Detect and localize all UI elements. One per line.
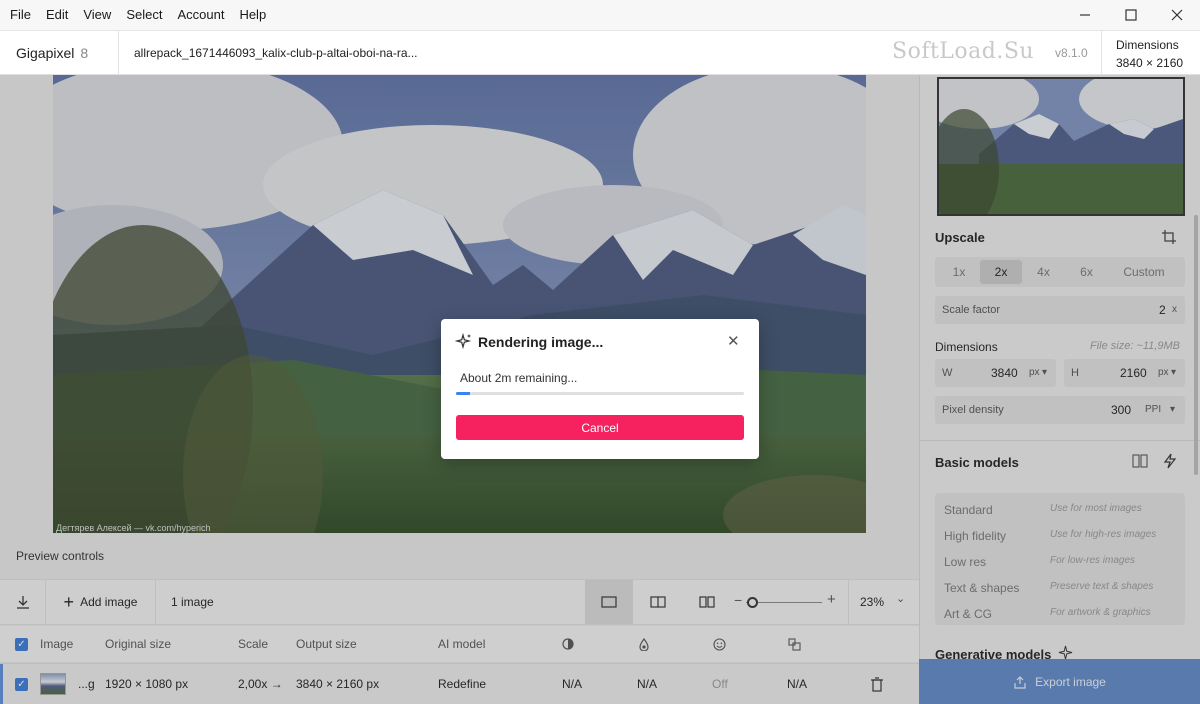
cancel-button[interactable]: Cancel — [456, 415, 744, 440]
app-header: Gigapixel 8 allrepack_1671446093_kalix-cl… — [0, 30, 1200, 76]
header-divider — [1101, 31, 1102, 76]
menu-edit[interactable]: Edit — [41, 0, 73, 30]
dimensions-value: 3840 × 2160 — [1116, 56, 1184, 70]
menu-view[interactable]: View — [78, 0, 116, 30]
file-name: allrepack_1671446093_kalix-club-p-altai-… — [134, 46, 418, 60]
menu-bar: File Edit View Select Account Help — [0, 0, 1200, 30]
maximize-button[interactable] — [1108, 0, 1154, 30]
menu-help[interactable]: Help — [234, 0, 271, 30]
dialog-title: Rendering image... — [478, 334, 604, 350]
minimize-icon — [1080, 14, 1090, 16]
header-divider — [118, 31, 119, 76]
menu-file[interactable]: File — [5, 0, 36, 30]
minimize-button[interactable] — [1062, 0, 1108, 30]
rendering-dialog: Rendering image... ✕ About 2m remaining.… — [441, 319, 759, 459]
sparkle-icon — [455, 333, 472, 350]
app-title: Gigapixel 8 — [16, 31, 88, 76]
close-window-button[interactable] — [1154, 0, 1200, 30]
close-icon — [1171, 9, 1183, 21]
maximize-icon — [1125, 9, 1137, 21]
watermark: SoftLoad.Su — [892, 39, 1035, 64]
dialog-close-button[interactable]: ✕ — [727, 332, 740, 350]
app-major-version: 8 — [80, 45, 89, 61]
menu-account[interactable]: Account — [172, 0, 229, 30]
menu-select[interactable]: Select — [121, 0, 167, 30]
time-remaining: About 2m remaining... — [460, 371, 578, 385]
render-progress-fill — [456, 392, 471, 395]
app-name: Gigapixel — [16, 45, 75, 61]
app-version: v8.1.0 — [1055, 46, 1088, 60]
render-progress-bar — [456, 392, 744, 395]
dimensions-label: Dimensions — [1116, 38, 1179, 52]
